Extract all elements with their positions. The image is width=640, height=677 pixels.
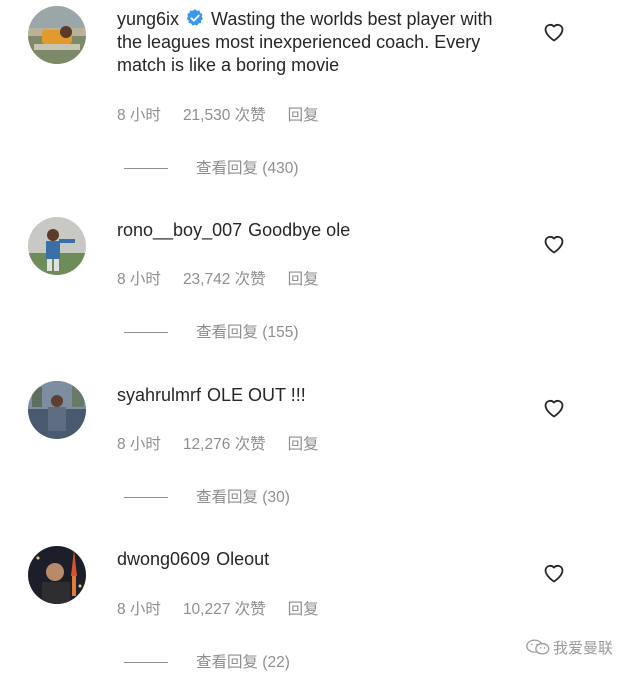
comment-time: 8 小时 [117, 107, 161, 124]
view-replies-button[interactable]: 查看回复 (155) [124, 320, 299, 342]
view-replies-button[interactable]: 查看回复 (22) [124, 650, 290, 672]
watermark: 我爱曼联 [526, 637, 613, 658]
reply-button[interactable]: 回复 [288, 601, 319, 618]
verified-badge-icon [186, 9, 203, 26]
avatar[interactable] [28, 546, 86, 604]
comment-meta: 8 小时 21,530 次赞 回复 [117, 103, 341, 125]
divider [124, 497, 168, 499]
view-replies-label: 查看回复 (430) [196, 160, 299, 177]
username[interactable]: syahrulmrf [117, 385, 201, 405]
view-replies-label: 查看回复 (22) [196, 654, 290, 671]
heart-icon[interactable] [542, 561, 566, 585]
divider [124, 168, 168, 170]
heart-icon[interactable] [542, 396, 566, 420]
wechat-icon [526, 639, 550, 655]
avatar[interactable] [28, 6, 86, 64]
username[interactable]: dwong0609 [117, 549, 210, 569]
like-count[interactable]: 12,276 次赞 [183, 436, 266, 453]
view-replies-label: 查看回复 (30) [196, 489, 290, 506]
like-count[interactable]: 21,530 次赞 [183, 107, 266, 124]
username[interactable]: rono__boy_007 [117, 220, 242, 240]
like-count[interactable]: 10,227 次赞 [183, 601, 266, 618]
comment-time: 8 小时 [117, 271, 161, 288]
avatar[interactable] [28, 217, 86, 275]
comment-body: Oleout [216, 549, 270, 569]
like-count[interactable]: 23,742 次赞 [183, 271, 266, 288]
comment-time: 8 小时 [117, 436, 161, 453]
view-replies-button[interactable]: 查看回复 (30) [124, 485, 290, 507]
divider [124, 332, 168, 334]
view-replies-label: 查看回复 (155) [196, 324, 299, 341]
avatar[interactable] [28, 381, 86, 439]
comment-time: 8 小时 [117, 601, 161, 618]
comment-text: yung6ix Wasting the worlds best player wi… [117, 8, 517, 77]
comment-text: rono__boy_007 Goodbye ole [117, 219, 517, 242]
divider [124, 662, 168, 664]
comment-meta: 8 小时 10,227 次赞 回复 [117, 597, 341, 619]
comment-body: Goodbye ole [248, 220, 351, 240]
reply-button[interactable]: 回复 [288, 271, 319, 288]
comment-meta: 8 小时 23,742 次赞 回复 [117, 267, 341, 289]
username[interactable]: yung6ix [117, 9, 179, 29]
comment-text: syahrulmrf OLE OUT !!! [117, 384, 517, 407]
reply-button[interactable]: 回复 [288, 107, 319, 124]
comment-text: dwong0609 Oleout [117, 548, 517, 571]
heart-icon[interactable] [542, 20, 566, 44]
watermark-text: 我爱曼联 [553, 640, 614, 657]
comment-body: OLE OUT !!! [207, 385, 306, 405]
view-replies-button[interactable]: 查看回复 (430) [124, 156, 299, 178]
reply-button[interactable]: 回复 [288, 436, 319, 453]
comment-meta: 8 小时 12,276 次赞 回复 [117, 432, 341, 454]
heart-icon[interactable] [542, 232, 566, 256]
